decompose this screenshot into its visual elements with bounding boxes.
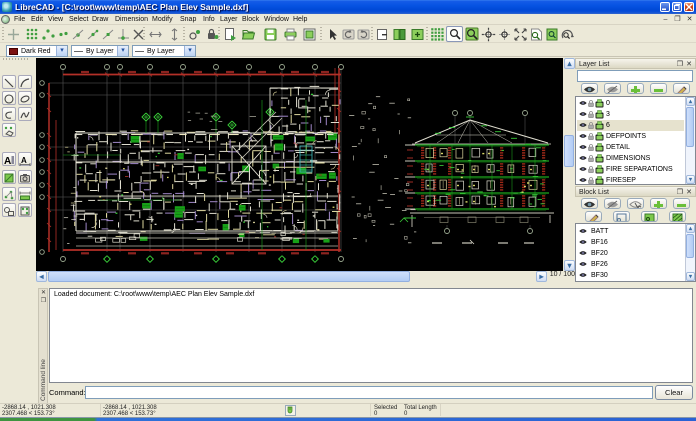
svg-text:A: A: [4, 156, 11, 166]
svg-text:A: A: [21, 156, 27, 165]
